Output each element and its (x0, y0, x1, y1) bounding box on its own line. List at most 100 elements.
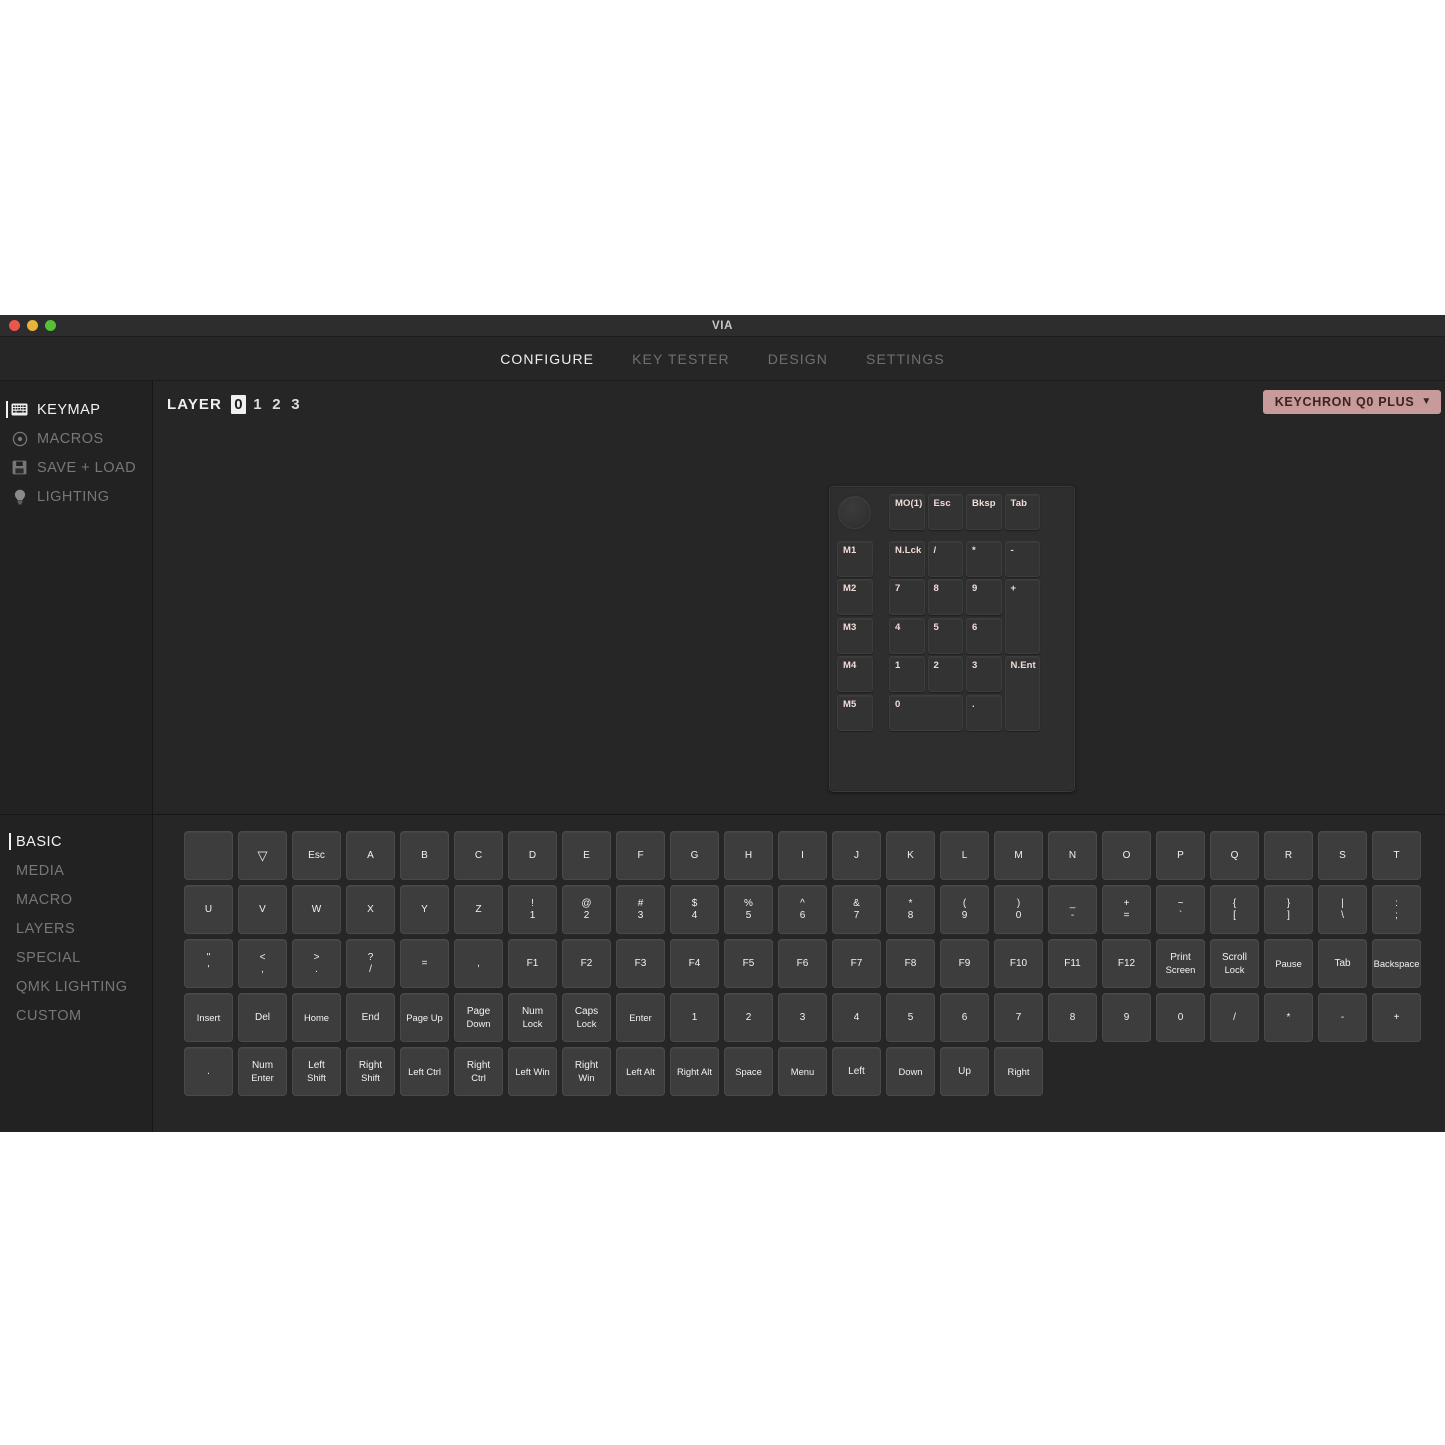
keycode-5[interactable]: % 5 (724, 885, 773, 934)
keyboard-chooser-dropdown[interactable]: KEYCHRON Q0 PLUS ▼ (1262, 390, 1441, 414)
keycode-[interactable]: _ - (1048, 885, 1097, 934)
keycode-[interactable]: }] (1264, 885, 1313, 934)
category-item-basic[interactable]: BASIC (0, 827, 152, 856)
keycode-f4[interactable]: F4 (670, 939, 719, 988)
keycode-print-screen[interactable]: Print Screen (1156, 939, 1205, 988)
keyboard-key[interactable]: 6 (966, 617, 1002, 654)
keycode-s[interactable]: S (1318, 831, 1367, 880)
keycode-scroll-lock[interactable]: Scroll Lock (1210, 939, 1259, 988)
keycode-8[interactable]: * 8 (886, 885, 935, 934)
keycode-c[interactable]: C (454, 831, 503, 880)
keycode-g[interactable]: G (670, 831, 719, 880)
keycode-i[interactable]: I (778, 831, 827, 880)
tab-settings[interactable]: SETTINGS (864, 347, 947, 371)
keycode-esc[interactable]: Esc (292, 831, 341, 880)
keycode-o[interactable]: O (1102, 831, 1151, 880)
keycode-f3[interactable]: F3 (616, 939, 665, 988)
keycode-a[interactable]: A (346, 831, 395, 880)
keycode-m[interactable]: M (994, 831, 1043, 880)
keycode-8[interactable]: 8 (1048, 993, 1097, 1042)
keycode-[interactable]: = (400, 939, 449, 988)
keycode-b[interactable]: B (400, 831, 449, 880)
keycode-f6[interactable]: F6 (778, 939, 827, 988)
keycode-e[interactable]: E (562, 831, 611, 880)
sidebar-item-save-load[interactable]: SAVE + LOAD (0, 453, 152, 482)
keyboard-key[interactable]: Bksp (966, 494, 1002, 530)
keyboard-key[interactable]: M3 (837, 617, 873, 654)
keycode-0[interactable]: 0 (1156, 993, 1205, 1042)
keycode-2[interactable]: 2 (724, 993, 773, 1042)
keycode-6[interactable]: ^ 6 (778, 885, 827, 934)
keycode-[interactable]: / (1210, 993, 1259, 1042)
keycode-[interactable]: - (1318, 993, 1367, 1042)
keyboard-key[interactable]: 9 (966, 579, 1002, 616)
keycode-[interactable]: " ' (184, 939, 233, 988)
keycode-f7[interactable]: F7 (832, 939, 881, 988)
keycode-7[interactable]: & 7 (832, 885, 881, 934)
keycode-f8[interactable]: F8 (886, 939, 935, 988)
keycode-backspace[interactable]: Backspace (1372, 939, 1421, 988)
keycode-1[interactable]: ! 1 (508, 885, 557, 934)
keycode-[interactable]: <, (238, 939, 287, 988)
keycode-1[interactable]: 1 (670, 993, 719, 1042)
keycode-y[interactable]: Y (400, 885, 449, 934)
keycode-left-win[interactable]: Left Win (508, 1047, 557, 1096)
keycode-home[interactable]: Home (292, 993, 341, 1042)
keycode-right-ctrl[interactable]: Right Ctrl (454, 1047, 503, 1096)
keycode-blank[interactable] (184, 831, 233, 880)
keycode-t[interactable]: T (1372, 831, 1421, 880)
keyboard-key[interactable]: N.Ent (1004, 656, 1041, 731)
keycode-page-up[interactable]: Page Up (400, 993, 449, 1042)
keycode-[interactable]: ~ ` (1156, 885, 1205, 934)
keycode-k[interactable]: K (886, 831, 935, 880)
keycode-right[interactable]: Right (994, 1047, 1043, 1096)
keycode-[interactable]: >. (292, 939, 341, 988)
category-item-special[interactable]: SPECIAL (0, 943, 152, 972)
keycode-4[interactable]: 4 (832, 993, 881, 1042)
keyboard-key[interactable]: M1 (837, 540, 873, 577)
keycode-9[interactable]: 9 (1102, 993, 1151, 1042)
keycode-tab[interactable]: Tab (1318, 939, 1367, 988)
keycode-insert[interactable]: Insert (184, 993, 233, 1042)
keyboard-key[interactable]: MO(1) (889, 494, 925, 530)
category-item-media[interactable]: MEDIA (0, 856, 152, 885)
keycode-x[interactable]: X (346, 885, 395, 934)
keyboard-key[interactable]: - (1004, 540, 1041, 577)
keycode-f12[interactable]: F12 (1102, 939, 1151, 988)
keycode-[interactable]: , (454, 939, 503, 988)
keycode-f9[interactable]: F9 (940, 939, 989, 988)
keycode-5[interactable]: 5 (886, 993, 935, 1042)
keycode-right-shift[interactable]: Right Shift (346, 1047, 395, 1096)
keycode-l[interactable]: L (940, 831, 989, 880)
sidebar-item-macros[interactable]: MACROS (0, 424, 152, 453)
keycode-f5[interactable]: F5 (724, 939, 773, 988)
keyboard-key[interactable]: 3 (966, 656, 1002, 693)
keyboard-key[interactable]: 8 (927, 579, 964, 616)
keycode-[interactable]: * (1264, 993, 1313, 1042)
keycode-[interactable]: {[ (1210, 885, 1259, 934)
tab-key-tester[interactable]: KEY TESTER (630, 347, 732, 371)
keycode-[interactable]: + = (1102, 885, 1151, 934)
layer-button-1[interactable]: 1 (250, 395, 265, 414)
keycode-2[interactable]: @2 (562, 885, 611, 934)
keycode-d[interactable]: D (508, 831, 557, 880)
keycode-right-alt[interactable]: Right Alt (670, 1047, 719, 1096)
keycode-6[interactable]: 6 (940, 993, 989, 1042)
keycode-q[interactable]: Q (1210, 831, 1259, 880)
keycode-f[interactable]: F (616, 831, 665, 880)
keyboard-key[interactable]: 5 (927, 617, 964, 654)
keycode-3[interactable]: #3 (616, 885, 665, 934)
keycode-9[interactable]: (9 (940, 885, 989, 934)
keyboard-key[interactable]: M4 (837, 656, 873, 693)
keycode-left[interactable]: Left (832, 1047, 881, 1096)
keycode-[interactable]: . (184, 1047, 233, 1096)
keycode-[interactable]: :; (1372, 885, 1421, 934)
keycode-p[interactable]: P (1156, 831, 1205, 880)
keycode-[interactable]: + (1372, 993, 1421, 1042)
category-item-layers[interactable]: LAYERS (0, 914, 152, 943)
keyboard-key[interactable]: / (927, 540, 964, 577)
rotary-encoder-knob[interactable] (838, 496, 871, 529)
keycode-r[interactable]: R (1264, 831, 1313, 880)
keycode-0[interactable]: ) 0 (994, 885, 1043, 934)
keycode-del[interactable]: Del (238, 993, 287, 1042)
